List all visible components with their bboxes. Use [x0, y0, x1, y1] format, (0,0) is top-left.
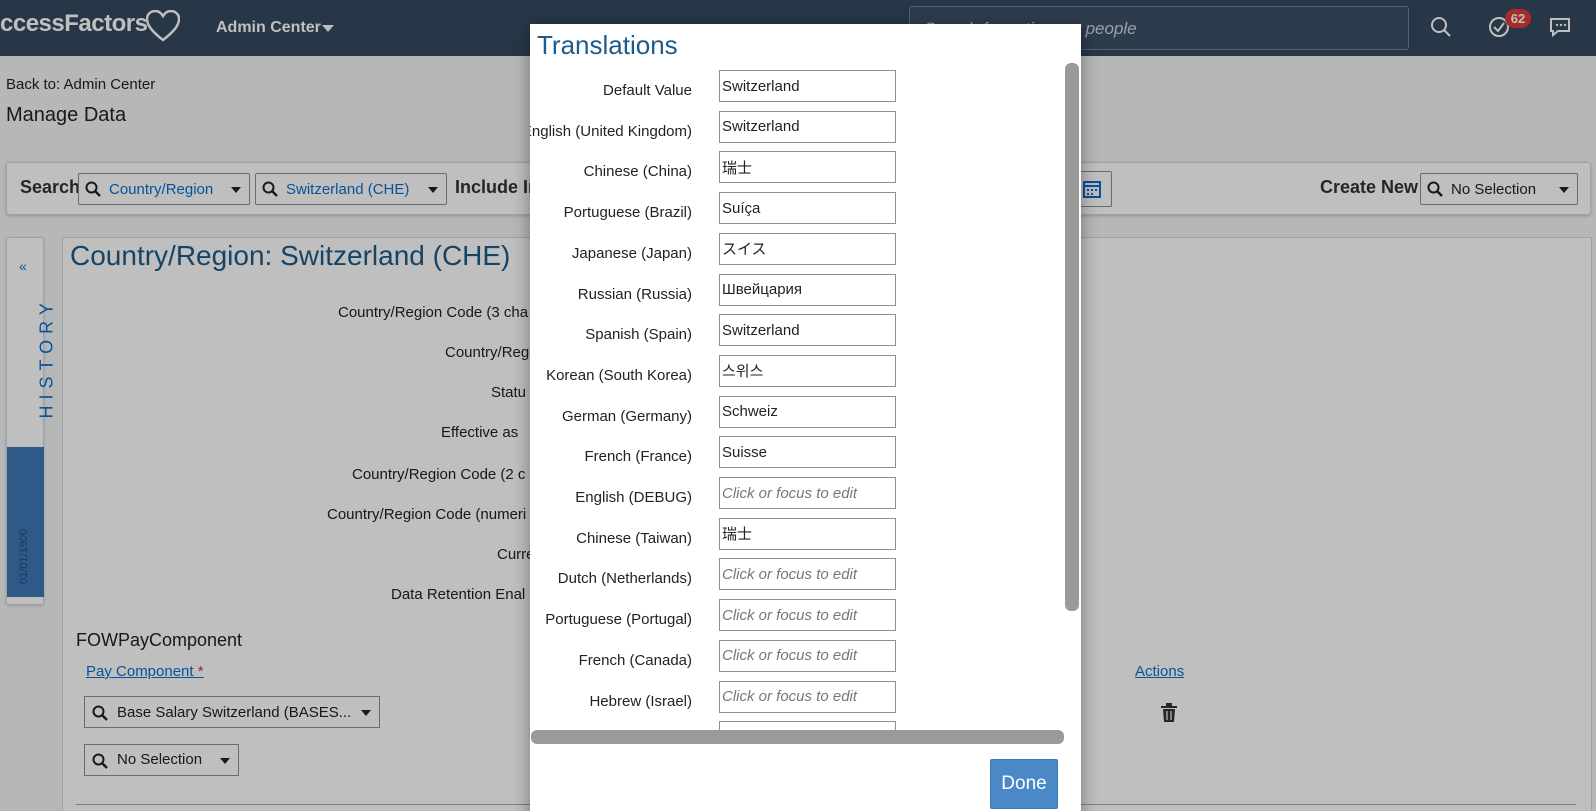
- vertical-scrollbar[interactable]: [1065, 63, 1079, 611]
- translation-input[interactable]: [719, 232, 896, 265]
- translation-input[interactable]: [719, 477, 896, 509]
- translation-language-label: Chinese (Taiwan): [576, 529, 692, 547]
- translation-language-label: Spanish (Spain): [585, 326, 692, 344]
- translation-language-label: Chinese (China): [583, 163, 692, 181]
- translation-input[interactable]: [719, 639, 896, 672]
- translation-language-label: English (United Kingdom): [530, 122, 692, 140]
- translation-input[interactable]: [719, 395, 896, 428]
- translation-language-label: Portuguese (Brazil): [563, 204, 692, 222]
- translation-language-label: English (DEBUG): [575, 489, 692, 506]
- translation-input[interactable]: [719, 110, 896, 143]
- translation-language-label: Default Value: [603, 82, 692, 99]
- translation-language-label: French (Canada): [578, 651, 692, 669]
- translation-language-label: Russian (Russia): [577, 285, 692, 303]
- translation-input[interactable]: [719, 314, 896, 347]
- translation-language-label: French (France): [584, 448, 692, 466]
- translation-input[interactable]: [719, 273, 896, 306]
- translation-language-label: Hebrew (Israel): [589, 692, 692, 710]
- done-button[interactable]: Done: [990, 759, 1058, 809]
- translation-language-label: German (Germany): [561, 407, 692, 425]
- translation-input[interactable]: [719, 192, 896, 225]
- translations-list: Default Value English (United Kingdom) Chi…: [530, 64, 1064, 730]
- translation-input[interactable]: [719, 151, 896, 184]
- translation-input[interactable]: [719, 70, 896, 102]
- horizontal-scrollbar[interactable]: [531, 730, 1064, 744]
- translation-input[interactable]: [719, 517, 896, 550]
- dialog-title: Translations: [537, 30, 678, 60]
- translation-language-label: Japanese (Japan): [571, 244, 692, 262]
- translation-input[interactable]: [719, 436, 896, 469]
- translation-input[interactable]: [719, 599, 896, 632]
- translation-input[interactable]: [719, 558, 896, 591]
- translation-language-label: Dutch (Netherlands): [557, 570, 692, 588]
- translation-language-label: Portuguese (Portugal): [545, 611, 692, 629]
- translation-input[interactable]: [719, 354, 896, 387]
- translation-input[interactable]: [719, 680, 896, 713]
- translation-input[interactable]: [719, 721, 896, 730]
- translation-language-label: Korean (South Korea): [546, 366, 692, 384]
- translations-dialog: Translations Default Value English (Unite…: [530, 24, 1081, 811]
